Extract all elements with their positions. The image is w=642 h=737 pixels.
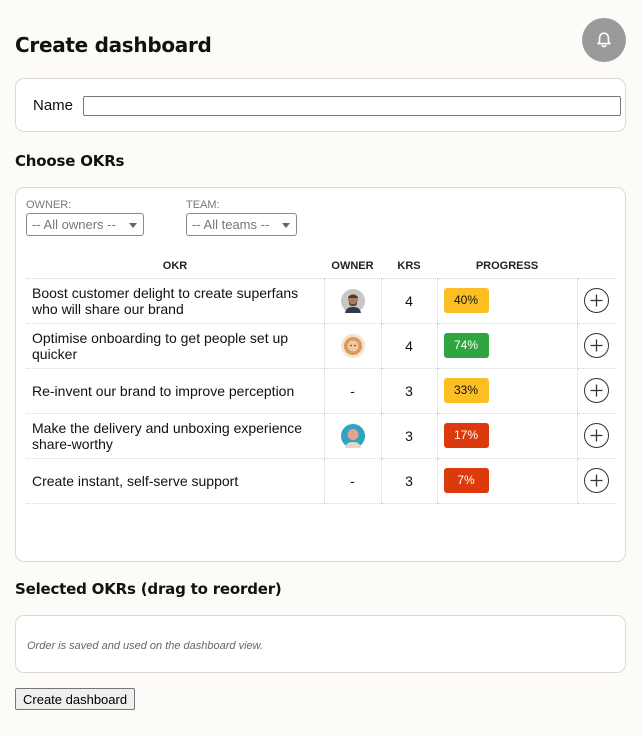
chevron-down-icon (129, 223, 137, 228)
okr-add-cell (576, 278, 616, 324)
notification-button[interactable] (582, 18, 626, 62)
okr-objective: Create instant, self-serve support (26, 458, 324, 504)
owner-none: - (350, 472, 355, 489)
choose-okrs-heading: Choose OKRs (15, 152, 125, 170)
okr-krs-count: 3 (380, 458, 437, 504)
bell-icon (595, 31, 613, 49)
progress-badge: 17% (443, 423, 489, 448)
okr-objective: Make the delivery and unboxing experienc… (26, 413, 324, 459)
column-header-add (577, 254, 616, 279)
owner-filter-label: OWNER: (26, 199, 72, 211)
owner-avatar (340, 423, 365, 448)
okr-add-cell (576, 458, 616, 504)
okr-krs-count: 3 (380, 413, 437, 459)
okr-progress-cell: 17% (436, 413, 577, 459)
progress-badge: 7% (443, 468, 489, 493)
owner-none: - (350, 382, 355, 399)
progress-badge: 40% (443, 288, 489, 313)
okr-table: OKR OWNER KRS PROGRESS Boost customer de… (26, 254, 616, 504)
plus-circle-icon[interactable] (584, 468, 610, 493)
okr-row: Re-invent our brand to improve perceptio… (26, 368, 616, 414)
okr-krs-count: 4 (380, 323, 437, 369)
okr-row: Create instant, self-serve support - 3 7% (26, 458, 616, 504)
okr-krs-count: 4 (380, 278, 437, 324)
selected-okrs-note: Order is saved and used on the dashboard… (27, 640, 264, 652)
okr-progress-cell: 74% (436, 323, 577, 369)
owner-filter-value: -- All owners -- (32, 217, 116, 232)
selected-okrs-dropzone[interactable]: Order is saved and used on the dashboard… (15, 615, 626, 673)
okr-progress-cell: 33% (436, 368, 577, 414)
progress-badge: 33% (443, 378, 489, 403)
column-header-progress: PROGRESS (437, 254, 577, 279)
column-header-okr: OKR (26, 254, 324, 279)
chevron-down-icon (282, 223, 290, 228)
column-header-krs: KRS (381, 254, 437, 279)
okr-table-header: OKR OWNER KRS PROGRESS (26, 254, 616, 279)
create-dashboard-button[interactable]: Create dashboard (15, 688, 136, 710)
name-card: Name (15, 78, 626, 132)
owner-avatar (340, 288, 365, 313)
team-filter-select[interactable]: -- All teams -- (186, 213, 297, 236)
okr-add-cell (576, 323, 616, 369)
okr-progress-cell: 7% (436, 458, 577, 504)
okr-add-cell (576, 413, 616, 459)
okr-owner-cell: - (323, 368, 381, 414)
selected-okrs-heading: Selected OKRs (drag to reorder) (15, 580, 282, 598)
team-filter-label: TEAM: (186, 199, 220, 211)
okr-objective: Re-invent our brand to improve perceptio… (26, 368, 324, 414)
okr-objective: Optimise onboarding to get people set up… (26, 323, 324, 369)
okr-row: Make the delivery and unboxing experienc… (26, 413, 616, 459)
okr-owner-cell (323, 278, 381, 324)
team-filter-value: -- All teams -- (192, 217, 270, 232)
page-title: Create dashboard (15, 33, 212, 57)
okr-picker-card: OWNER: -- All owners -- TEAM: -- All tea… (15, 187, 626, 562)
progress-badge: 74% (443, 333, 489, 358)
name-label: Name (33, 97, 74, 114)
name-input[interactable] (83, 96, 621, 116)
okr-owner-cell: - (323, 458, 381, 504)
okr-objective: Boost customer delight to create superfa… (26, 278, 324, 324)
plus-circle-icon[interactable] (584, 423, 610, 448)
owner-filter-select[interactable]: -- All owners -- (26, 213, 144, 236)
plus-circle-icon[interactable] (584, 288, 610, 313)
okr-row: Boost customer delight to create superfa… (26, 278, 616, 324)
plus-circle-icon[interactable] (584, 378, 610, 403)
okr-row: Optimise onboarding to get people set up… (26, 323, 616, 369)
okr-owner-cell (323, 323, 381, 369)
okr-add-cell (576, 368, 616, 414)
plus-circle-icon[interactable] (584, 333, 610, 358)
okr-progress-cell: 40% (436, 278, 577, 324)
okr-krs-count: 3 (380, 368, 437, 414)
okr-owner-cell (323, 413, 381, 459)
column-header-owner: OWNER (324, 254, 381, 279)
owner-avatar (340, 333, 365, 358)
